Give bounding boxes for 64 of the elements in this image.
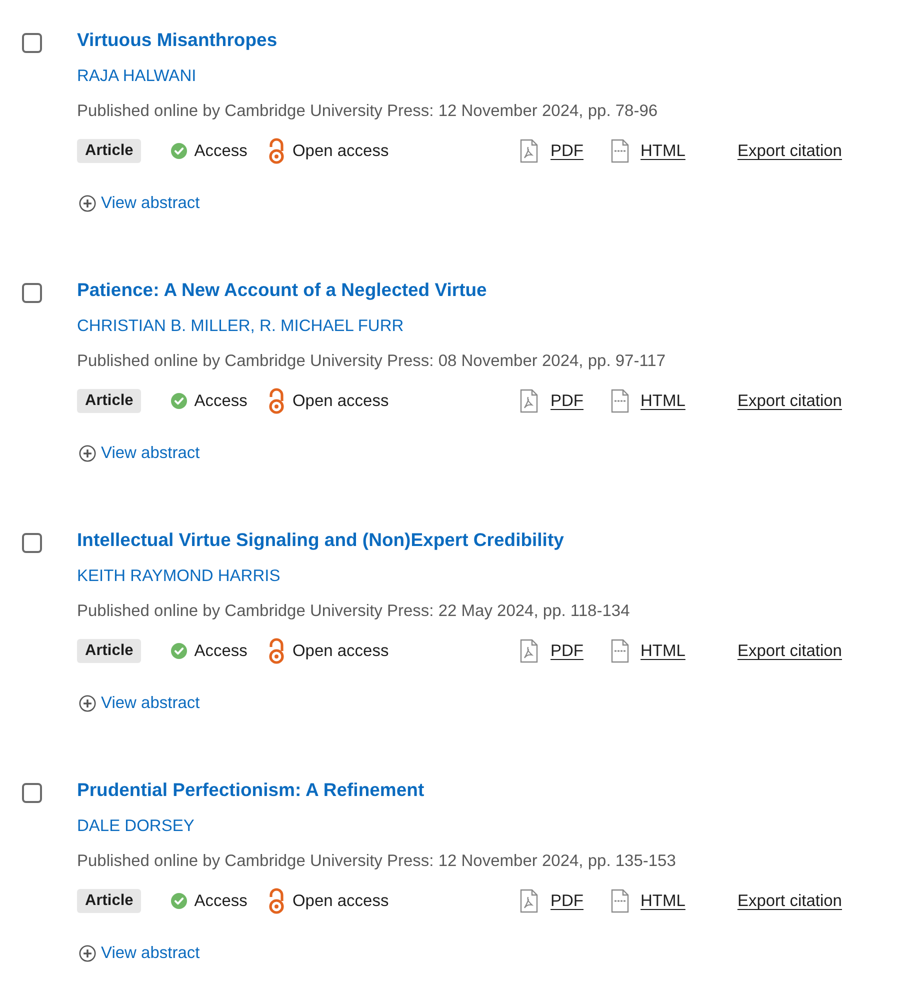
open-access-label: Open access: [292, 891, 389, 912]
export-citation-link[interactable]: Export citation: [737, 390, 842, 412]
pdf-link[interactable]: PDF: [550, 890, 584, 912]
check-circle-icon: [171, 393, 188, 409]
author-link[interactable]: RAJA HALWANI: [77, 65, 196, 87]
article-type-badge: Article: [77, 389, 142, 413]
pdf-link[interactable]: PDF: [550, 140, 584, 162]
view-abstract-link[interactable]: View abstract: [79, 442, 200, 464]
checkbox[interactable]: [22, 33, 42, 53]
plus-circle-icon: [79, 944, 96, 962]
plus-circle-icon: [79, 194, 96, 212]
export-citation-link[interactable]: Export citation: [737, 640, 842, 662]
plus-circle-icon: [79, 444, 96, 462]
html-file-icon: [610, 389, 629, 413]
open-lock-icon: [268, 388, 286, 414]
author-link[interactable]: DALE DORSEY: [77, 815, 194, 837]
html-link[interactable]: HTML: [640, 140, 686, 162]
open-lock-icon: [268, 138, 286, 164]
checkbox[interactable]: [22, 533, 42, 553]
article-title-link[interactable]: Virtuous Misanthropes: [77, 28, 278, 52]
open-lock-icon: [268, 638, 286, 664]
access-label: Access: [194, 891, 248, 912]
html-link[interactable]: HTML: [640, 390, 686, 412]
publication-info: Published online by Cambridge University Press: 12 November 2024, pp. 78-96: [77, 101, 658, 122]
pdf-link[interactable]: PDF: [550, 390, 584, 412]
access-label: Access: [194, 391, 248, 412]
pdf-file-icon: [520, 639, 538, 663]
author-link[interactable]: CHRISTIAN B. MILLER, R. MICHAEL FURR: [77, 315, 404, 337]
open-lock-icon: [268, 888, 286, 914]
checkbox[interactable]: [22, 783, 42, 803]
article-type-badge: Article: [77, 889, 142, 913]
access-label: Access: [194, 141, 248, 162]
publication-info: Published online by Cambridge University Press: 08 November 2024, pp. 97-117: [77, 351, 666, 372]
check-circle-icon: [171, 893, 188, 909]
author-link[interactable]: KEITH RAYMOND HARRIS: [77, 565, 280, 587]
html-file-icon: [610, 639, 629, 663]
article-title-link[interactable]: Intellectual Virtue Signaling and (Non)Expert Credibility: [77, 528, 564, 552]
check-circle-icon: [171, 643, 188, 659]
html-file-icon: [610, 889, 629, 913]
check-circle-icon: [171, 143, 188, 159]
html-link[interactable]: HTML: [640, 890, 686, 912]
html-link[interactable]: HTML: [640, 640, 686, 662]
publication-info: Published online by Cambridge University Press: 12 November 2024, pp. 135-153: [77, 851, 676, 872]
article-title-link[interactable]: Prudential Perfectionism: A Refinement: [77, 778, 424, 802]
pdf-file-icon: [520, 139, 538, 163]
article-type-badge: Article: [77, 139, 142, 163]
open-access-label: Open access: [292, 391, 389, 412]
view-abstract-link[interactable]: View abstract: [79, 192, 200, 214]
export-citation-link[interactable]: Export citation: [737, 140, 842, 162]
access-label: Access: [194, 641, 248, 662]
article-type-badge: Article: [77, 639, 142, 663]
open-access-label: Open access: [292, 641, 389, 662]
view-abstract-link[interactable]: View abstract: [79, 692, 200, 714]
export-citation-link[interactable]: Export citation: [737, 890, 842, 912]
pdf-file-icon: [520, 389, 538, 413]
open-access-label: Open access: [292, 141, 389, 162]
html-file-icon: [610, 139, 629, 163]
article-title-link[interactable]: Patience: A New Account of a Neglected Virtue: [77, 278, 487, 302]
publication-info: Published online by Cambridge University Press: 22 May 2024, pp. 118-134: [77, 601, 630, 622]
view-abstract-link[interactable]: View abstract: [79, 942, 200, 964]
plus-circle-icon: [79, 694, 96, 712]
pdf-file-icon: [520, 889, 538, 913]
checkbox[interactable]: [22, 283, 42, 303]
pdf-link[interactable]: PDF: [550, 640, 584, 662]
